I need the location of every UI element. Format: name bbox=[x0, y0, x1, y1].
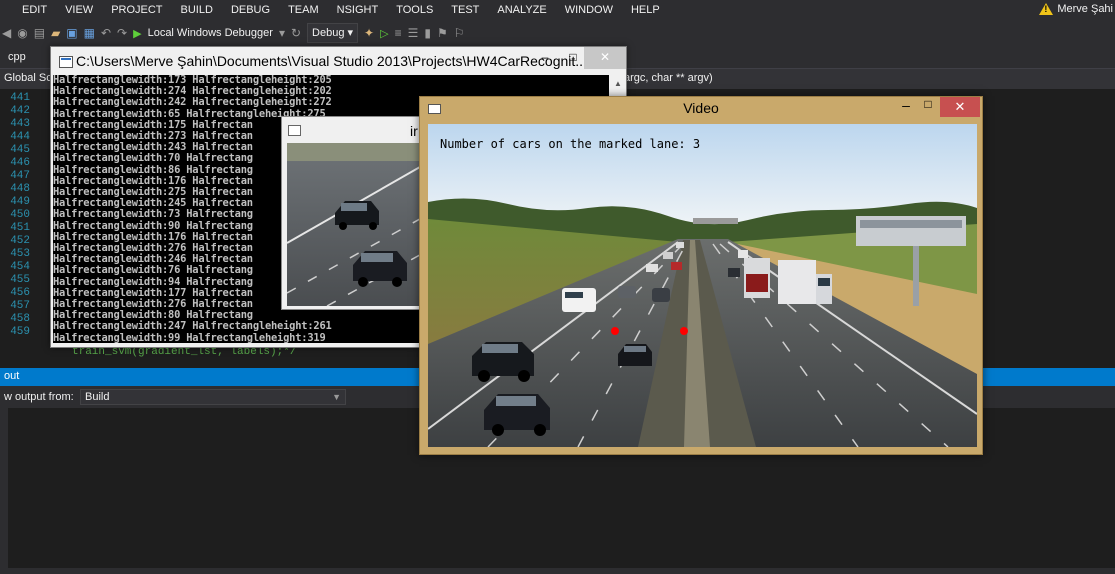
line-number: 445 bbox=[10, 144, 30, 156]
window-icon bbox=[288, 125, 301, 136]
bookmark-prev-icon[interactable]: ⚐ bbox=[454, 26, 465, 40]
close-button[interactable]: ✕ bbox=[584, 47, 626, 69]
output-source-label: w output from: bbox=[4, 391, 74, 403]
menu-item-help[interactable]: HELP bbox=[622, 4, 669, 16]
highway-scene bbox=[428, 124, 977, 447]
line-number: 447 bbox=[10, 170, 30, 182]
line-number: 442 bbox=[10, 105, 30, 117]
bookmark-icon[interactable]: ▮ bbox=[424, 26, 431, 40]
maximize-button[interactable]: □ bbox=[559, 47, 587, 69]
close-button[interactable]: ✕ bbox=[940, 97, 980, 117]
menu-item-nsight[interactable]: NSIGHT bbox=[328, 4, 388, 16]
menu-item-window[interactable]: WINDOW bbox=[556, 4, 622, 16]
image-window[interactable]: ir bbox=[281, 116, 433, 310]
start-without-debug-icon[interactable]: ▷ bbox=[380, 27, 388, 40]
console-title-bar[interactable]: C:\Users\Merve Şahin\Documents\Visual St… bbox=[51, 47, 626, 75]
member-dropdown[interactable]: argc, char ** argv) bbox=[624, 72, 713, 84]
line-number: 456 bbox=[10, 287, 30, 299]
config-select[interactable]: Debug ▾ bbox=[307, 23, 359, 43]
truck bbox=[744, 258, 770, 298]
minimize-button[interactable]: – bbox=[531, 47, 559, 69]
console-title: C:\Users\Merve Şahin\Documents\Visual St… bbox=[76, 53, 587, 69]
image-preview bbox=[287, 143, 427, 306]
line-number: 450 bbox=[10, 209, 30, 221]
menu-bar: EDIT VIEW PROJECT BUILD DEBUG TEAM NSIGHT TOOLS… bbox=[0, 0, 1115, 20]
save-all-icon[interactable]: ▦ bbox=[84, 26, 95, 40]
bookmark-next-icon[interactable]: ⚑ bbox=[437, 26, 448, 40]
video-window[interactable]: Video – □ ✕ Number of cars on the marked… bbox=[419, 96, 983, 455]
toolbar: ◀ ◉ ▤ ▰ ▣ ▦ ↶ ↷ ▶ Local Windows Debugger… bbox=[0, 20, 1115, 46]
step-icon[interactable]: ≡ bbox=[395, 26, 402, 40]
output-source-select[interactable]: Build ▼ bbox=[80, 389, 346, 405]
line-number: 443 bbox=[10, 118, 30, 130]
save-icon[interactable]: ▣ bbox=[66, 26, 77, 40]
line-number: 444 bbox=[10, 131, 30, 143]
lane-marker-point bbox=[611, 327, 619, 335]
maximize-button[interactable]: □ bbox=[920, 97, 936, 111]
scroll-up-icon[interactable]: ▲ bbox=[614, 79, 622, 88]
car-count-caption: Number of cars on the marked lane: 3 bbox=[440, 137, 701, 151]
console-icon bbox=[59, 56, 73, 68]
back-icon[interactable]: ◀ bbox=[2, 26, 11, 40]
start-debug-icon[interactable]: ▶ bbox=[133, 27, 141, 40]
line-number: 459 bbox=[10, 326, 30, 338]
menu-item-view[interactable]: VIEW bbox=[56, 4, 102, 16]
chevron-down-icon[interactable]: ▾ bbox=[279, 26, 285, 40]
line-number: 446 bbox=[10, 157, 30, 169]
refresh-icon[interactable]: ↻ bbox=[291, 26, 301, 40]
lane-marker-point bbox=[680, 327, 688, 335]
van bbox=[562, 288, 596, 312]
menu-item-team[interactable]: TEAM bbox=[279, 4, 328, 16]
line-number: 457 bbox=[10, 300, 30, 312]
debugger-target[interactable]: Local Windows Debugger bbox=[148, 27, 273, 39]
line-number: 452 bbox=[10, 235, 30, 247]
line-number: 455 bbox=[10, 274, 30, 286]
menu-item-build[interactable]: BUILD bbox=[172, 4, 222, 16]
menu-item-tools[interactable]: TOOLS bbox=[387, 4, 442, 16]
line-number: 441 bbox=[10, 92, 30, 104]
line-number: 458 bbox=[10, 313, 30, 325]
user-name: Merve Şahi bbox=[1057, 3, 1113, 15]
status-bar bbox=[0, 568, 1115, 574]
menu-item-debug[interactable]: DEBUG bbox=[222, 4, 279, 16]
minimize-button[interactable]: – bbox=[898, 97, 914, 113]
menu-item-analyze[interactable]: ANALYZE bbox=[488, 4, 555, 16]
line-numbers: 441 442 443 444 445 446 447 448 449 450 451 452 453 4… bbox=[0, 89, 40, 339]
line-number: 454 bbox=[10, 261, 30, 273]
image-window-title: ir bbox=[410, 123, 418, 139]
line-number: 449 bbox=[10, 196, 30, 208]
comment-icon[interactable]: ☰ bbox=[408, 26, 419, 40]
open-folder-icon[interactable]: ▰ bbox=[51, 26, 60, 40]
undo-icon[interactable]: ↶ bbox=[101, 26, 111, 40]
truck bbox=[778, 260, 832, 304]
new-project-icon[interactable]: ▤ bbox=[34, 26, 45, 40]
line-number: 451 bbox=[10, 222, 30, 234]
redo-icon[interactable]: ↷ bbox=[117, 26, 127, 40]
video-frame[interactable] bbox=[428, 124, 977, 447]
chevron-down-icon: ▼ bbox=[332, 392, 341, 402]
menu-item-edit[interactable]: EDIT bbox=[0, 4, 56, 16]
car bbox=[472, 342, 534, 382]
flame-icon[interactable]: ✦ bbox=[364, 26, 374, 40]
forward-icon[interactable]: ◉ bbox=[17, 26, 27, 40]
car bbox=[484, 394, 550, 436]
line-number: 453 bbox=[10, 248, 30, 260]
scope-dropdown[interactable]: Global Sc bbox=[4, 72, 52, 84]
line-number: 448 bbox=[10, 183, 30, 195]
warning-icon: ! bbox=[1039, 3, 1054, 15]
file-tab[interactable]: cpp bbox=[8, 51, 26, 63]
menu-item-test[interactable]: TEST bbox=[442, 4, 488, 16]
menu-item-project[interactable]: PROJECT bbox=[102, 4, 171, 16]
user-account[interactable]: ! Merve Şahi bbox=[1039, 3, 1113, 15]
